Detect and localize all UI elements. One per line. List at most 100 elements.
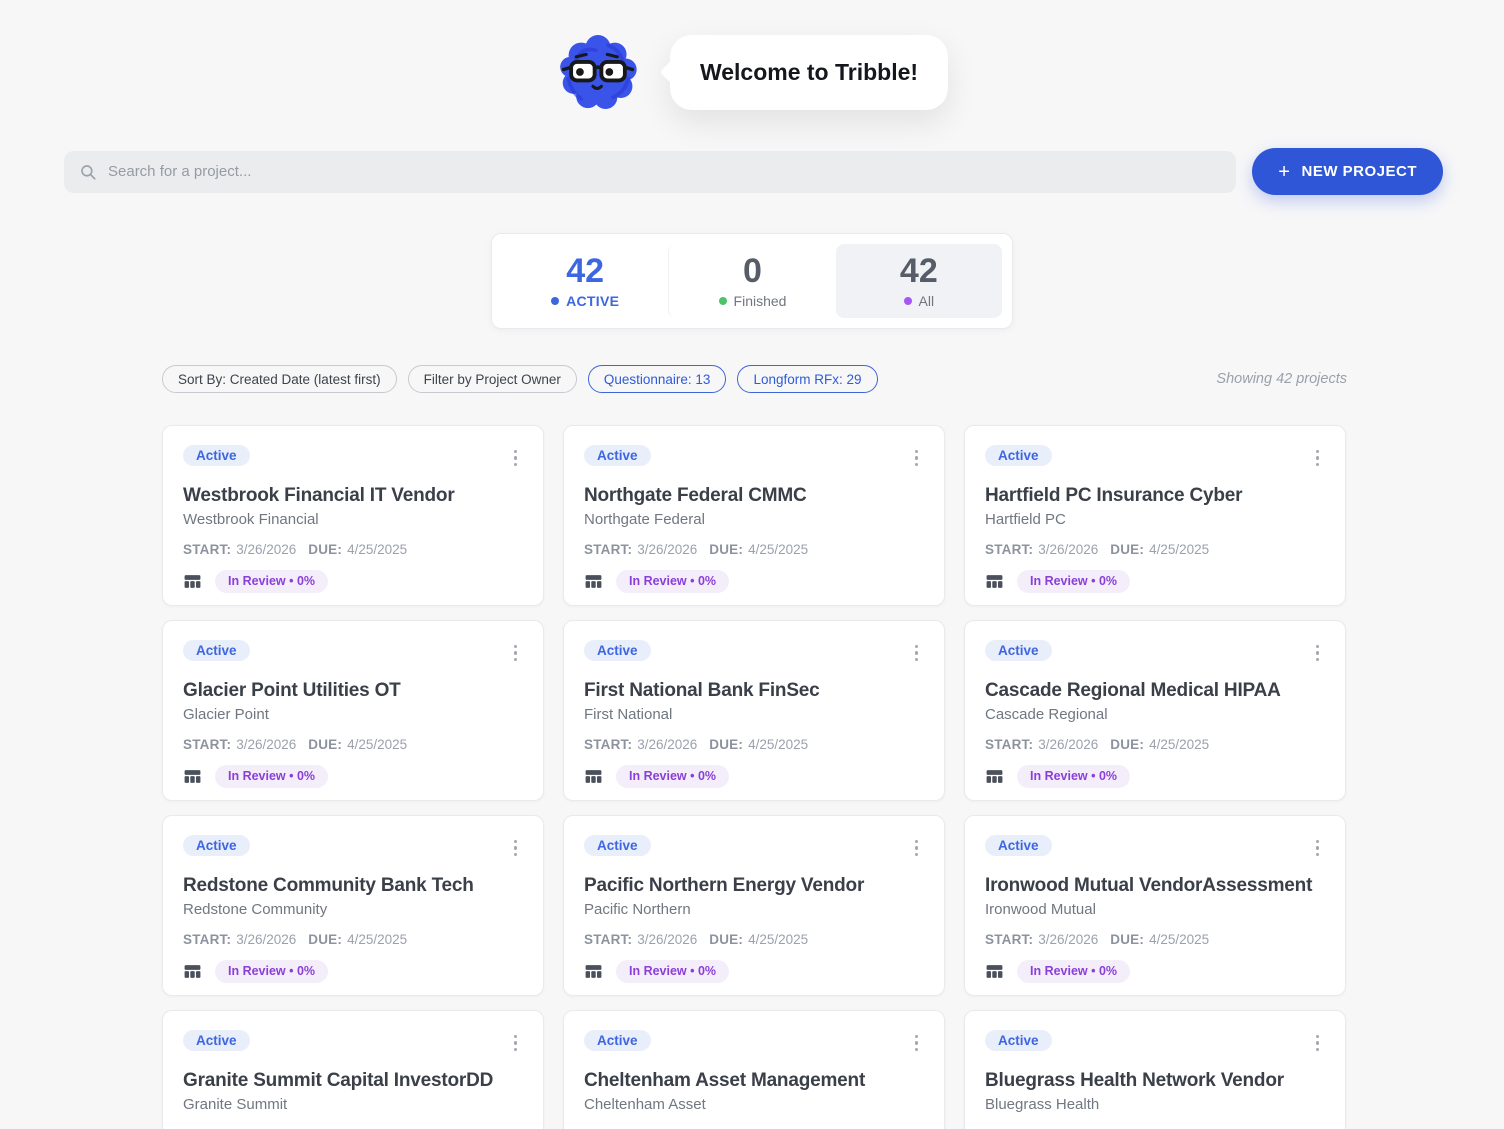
due-label: DUE: bbox=[709, 931, 744, 947]
review-status-badge: In Review • 0% bbox=[616, 569, 730, 593]
table-icon bbox=[184, 574, 201, 588]
kebab-menu-icon[interactable] bbox=[1310, 1030, 1326, 1056]
project-dates: START: 3/26/2026 DUE: 4/25/2025 bbox=[584, 932, 924, 947]
start-label: START: bbox=[584, 541, 633, 557]
kebab-menu-icon[interactable] bbox=[909, 1030, 925, 1056]
filter-owner-chip[interactable]: Filter by Project Owner bbox=[407, 365, 577, 393]
table-icon bbox=[986, 964, 1003, 978]
kebab-menu-icon[interactable] bbox=[909, 445, 925, 471]
project-subtitle: Redstone Community bbox=[183, 900, 328, 918]
project-title: Hartfield PC Insurance Cyber bbox=[985, 484, 1243, 506]
finished-dot-icon bbox=[718, 297, 727, 305]
table-icon bbox=[585, 574, 602, 588]
longform-rfx-chip[interactable]: Longform RFx: 29 bbox=[737, 365, 878, 393]
project-card[interactable]: Active Cheltenham Asset Management Chelt… bbox=[563, 1010, 945, 1129]
search-input[interactable] bbox=[108, 163, 1222, 180]
project-card[interactable]: Active Granite Summit Capital InvestorDD… bbox=[162, 1010, 544, 1129]
status-badge: Active bbox=[985, 640, 1052, 661]
project-subtitle: Hartfield PC bbox=[985, 510, 1066, 528]
status-badge: Active bbox=[584, 640, 651, 661]
project-subtitle: Glacier Point bbox=[183, 705, 269, 723]
kebab-menu-icon[interactable] bbox=[1310, 445, 1326, 471]
due-date: 4/25/2025 bbox=[1149, 931, 1210, 947]
due-label: DUE: bbox=[308, 541, 343, 557]
project-card[interactable]: Active Pacific Northern Energy Vendor Pa… bbox=[563, 815, 945, 996]
start-date: 3/26/2026 bbox=[236, 541, 297, 557]
project-card[interactable]: Active Redstone Community Bank Tech Reds… bbox=[162, 815, 544, 996]
project-title: Glacier Point Utilities OT bbox=[183, 679, 401, 701]
stat-finished-label: Finished bbox=[733, 293, 787, 309]
project-dates: START: 3/26/2026 DUE: 4/25/2025 bbox=[584, 542, 924, 557]
project-card[interactable]: Active Northgate Federal CMMC Northgate … bbox=[563, 425, 945, 606]
project-card[interactable]: Active Bluegrass Health Network Vendor B… bbox=[964, 1010, 1346, 1129]
project-title: First National Bank FinSec bbox=[584, 679, 820, 701]
due-label: DUE: bbox=[1110, 541, 1145, 557]
table-icon bbox=[986, 769, 1003, 783]
project-title: Cascade Regional Medical HIPAA bbox=[985, 679, 1281, 701]
stat-active[interactable]: 42 ACTIVE bbox=[502, 244, 668, 318]
start-label: START: bbox=[584, 931, 633, 947]
project-title: Granite Summit Capital InvestorDD bbox=[183, 1069, 494, 1091]
due-label: DUE: bbox=[308, 931, 343, 947]
search-bar[interactable] bbox=[64, 150, 1237, 193]
due-label: DUE: bbox=[1110, 736, 1145, 752]
start-date: 3/26/2026 bbox=[637, 931, 698, 947]
kebab-menu-icon[interactable] bbox=[909, 640, 925, 666]
stats-panel: 42 ACTIVE 0 Finished 42 All bbox=[491, 233, 1013, 329]
project-card[interactable]: Active First National Bank FinSec First … bbox=[563, 620, 945, 801]
welcome-bubble: Welcome to Tribble! bbox=[669, 34, 949, 110]
kebab-menu-icon[interactable] bbox=[1310, 835, 1326, 861]
stat-active-label: ACTIVE bbox=[566, 293, 620, 309]
project-subtitle: Cascade Regional bbox=[985, 705, 1108, 723]
project-subtitle: Northgate Federal bbox=[584, 510, 705, 528]
project-card[interactable]: Active Glacier Point Utilities OT Glacie… bbox=[162, 620, 544, 801]
project-subtitle: Pacific Northern bbox=[584, 900, 691, 918]
due-label: DUE: bbox=[709, 736, 744, 752]
project-card[interactable]: Active Ironwood Mutual VendorAssessment … bbox=[964, 815, 1346, 996]
new-project-button[interactable]: + NEW PROJECT bbox=[1252, 148, 1443, 195]
project-title: Cheltenham Asset Management bbox=[584, 1069, 866, 1091]
project-card[interactable]: Active Cascade Regional Medical HIPAA Ca… bbox=[964, 620, 1346, 801]
project-title: Pacific Northern Energy Vendor bbox=[584, 874, 865, 896]
review-status-badge: In Review • 0% bbox=[1017, 569, 1131, 593]
review-status-badge: In Review • 0% bbox=[1017, 959, 1131, 983]
new-project-label: NEW PROJECT bbox=[1301, 163, 1417, 180]
start-label: START: bbox=[183, 736, 232, 752]
due-label: DUE: bbox=[308, 736, 343, 752]
due-date: 4/25/2025 bbox=[748, 736, 809, 752]
project-dates: START: 3/26/2026 DUE: 4/25/2025 bbox=[183, 932, 523, 947]
tribble-mascot-icon bbox=[560, 35, 637, 109]
kebab-menu-icon[interactable] bbox=[508, 640, 524, 666]
stat-finished[interactable]: 0 Finished bbox=[668, 244, 835, 318]
start-date: 3/26/2026 bbox=[637, 736, 698, 752]
due-date: 4/25/2025 bbox=[1149, 541, 1210, 557]
due-date: 4/25/2025 bbox=[347, 736, 408, 752]
project-card[interactable]: Active Hartfield PC Insurance Cyber Hart… bbox=[964, 425, 1346, 606]
review-status-badge: In Review • 0% bbox=[215, 959, 329, 983]
kebab-menu-icon[interactable] bbox=[909, 835, 925, 861]
status-badge: Active bbox=[985, 1030, 1052, 1051]
status-badge: Active bbox=[985, 445, 1052, 466]
project-subtitle: Granite Summit bbox=[183, 1095, 288, 1113]
project-dates: START: 3/26/2026 DUE: 4/25/2025 bbox=[584, 737, 924, 752]
kebab-menu-icon[interactable] bbox=[508, 445, 524, 471]
kebab-menu-icon[interactable] bbox=[508, 835, 524, 861]
project-title: Bluegrass Health Network Vendor bbox=[985, 1069, 1284, 1091]
status-badge: Active bbox=[985, 835, 1052, 856]
project-card[interactable]: Active Westbrook Financial IT Vendor Wes… bbox=[162, 425, 544, 606]
table-icon bbox=[184, 964, 201, 978]
kebab-menu-icon[interactable] bbox=[508, 1030, 524, 1056]
kebab-menu-icon[interactable] bbox=[1310, 640, 1326, 666]
search-icon bbox=[81, 164, 96, 180]
project-dates: START: 3/26/2026 DUE: 4/25/2025 bbox=[985, 542, 1325, 557]
stat-finished-value: 0 bbox=[743, 252, 762, 290]
due-date: 4/25/2025 bbox=[748, 541, 809, 557]
stat-all[interactable]: 42 All bbox=[835, 244, 1002, 318]
questionnaire-chip[interactable]: Questionnaire: 13 bbox=[587, 365, 727, 393]
project-dates: START: 3/26/2026 DUE: 4/25/2025 bbox=[183, 737, 523, 752]
sort-by-chip[interactable]: Sort By: Created Date (latest first) bbox=[162, 365, 397, 393]
project-subtitle: First National bbox=[584, 705, 673, 723]
review-status-badge: In Review • 0% bbox=[1017, 764, 1131, 788]
start-label: START: bbox=[985, 541, 1034, 557]
due-date: 4/25/2025 bbox=[748, 931, 809, 947]
